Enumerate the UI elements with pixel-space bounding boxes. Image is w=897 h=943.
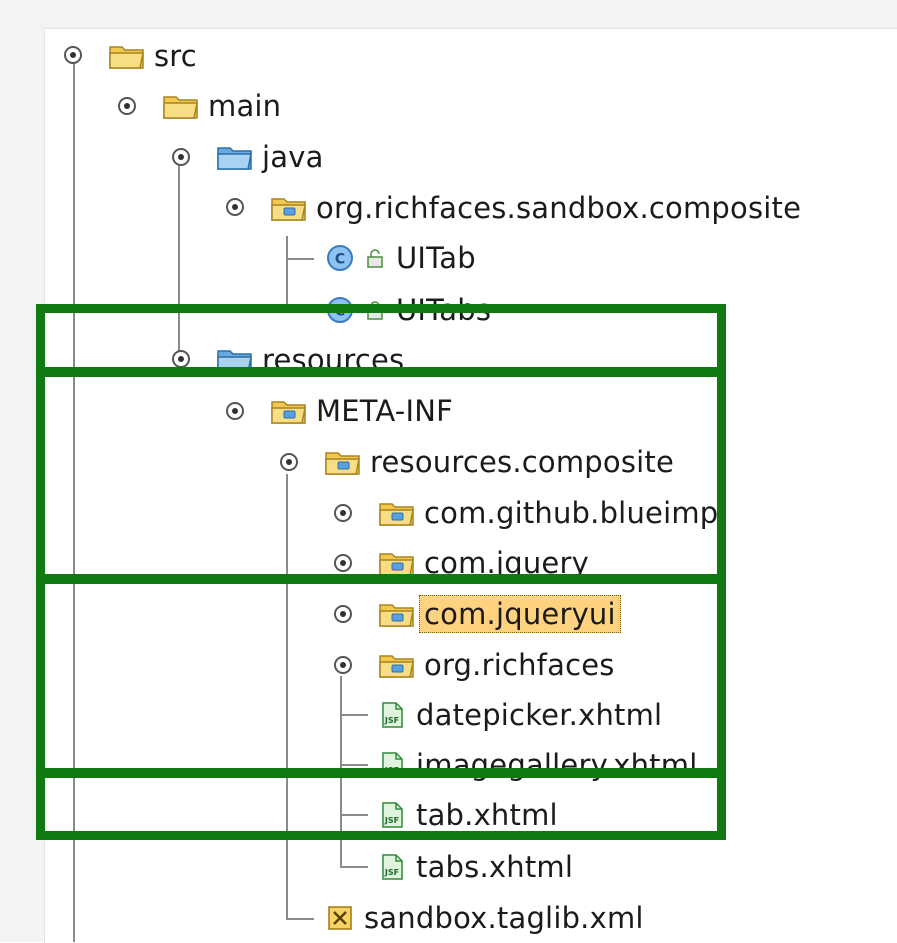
class-icon [326,244,354,272]
tree-node-datepicker[interactable]: datepicker.xhtml [378,693,662,737]
tree-node-label: org.richfaces.sandbox.composite [316,191,802,225]
tree-node-label: UITabs [396,293,492,327]
tree-node-imagegallery[interactable]: imagegallery.xhtml [378,743,697,787]
window-left-edge [0,0,44,942]
tree-guide-line [340,676,342,868]
tree-node-resources[interactable]: resources [216,338,404,382]
source-folder-icon [216,142,254,172]
tree-node-meta-inf[interactable]: META-INF [270,389,453,433]
expand-toggle-icon[interactable] [116,95,138,117]
package-icon [270,193,308,223]
xml-file-icon [326,904,354,932]
tree-guide-line [286,236,288,310]
tree-node-label: imagegallery.xhtml [416,748,698,782]
tree-node-resources-composite[interactable]: resources.composite [324,440,674,484]
jsf-file-icon [378,853,406,881]
tree-node-label: com.github.blueimp [424,496,719,530]
expand-toggle-icon[interactable] [62,44,84,66]
tree-node-label: com.jquery [424,546,589,580]
tree-node-src[interactable]: src [108,34,197,78]
expand-toggle-icon[interactable] [332,502,354,524]
tree-node-label: java [262,140,324,174]
expand-toggle-icon[interactable] [170,348,192,370]
package-icon [378,599,416,629]
jsf-file-icon [378,751,406,779]
lock-icon [364,247,386,269]
tree-node-uitab[interactable]: UITab [326,236,476,280]
tree-node-label-selected: com.jqueryui [419,595,621,633]
expand-toggle-icon[interactable] [332,552,354,574]
project-tree-canvas: src main java org.richfaces.sandbox.comp… [0,0,897,943]
tree-guide-line [286,258,314,260]
lock-icon [364,299,386,321]
tree-node-main[interactable]: main [162,84,281,128]
tree-node-label: org.richfaces [424,648,615,682]
tree-guide-line [286,474,288,920]
tree-node-label: tab.xhtml [416,798,558,832]
package-icon [270,396,308,426]
package-icon [378,548,416,578]
expand-toggle-icon[interactable] [224,400,246,422]
window-top-edge [0,0,897,28]
package-icon [378,650,416,680]
tree-node-tab[interactable]: tab.xhtml [378,793,558,837]
tree-node-label: datepicker.xhtml [416,698,663,732]
tree-node-java[interactable]: java [216,135,324,179]
jsf-file-icon [378,801,406,829]
expand-toggle-icon[interactable] [224,196,246,218]
package-icon [324,447,362,477]
tree-guide-line [340,714,368,716]
tree-guide-line [340,866,368,868]
expand-toggle-icon[interactable] [170,146,192,168]
tree-node-com-github-blueimp[interactable]: com.github.blueimp [378,491,718,535]
tree-guide-line [340,814,368,816]
tree-node-label: src [154,39,197,73]
tree-node-uitabs[interactable]: UITabs [326,288,491,332]
tree-node-label: resources.composite [370,445,675,479]
tree-node-org-richfaces[interactable]: org.richfaces [378,643,615,687]
tree-node-label: META-INF [316,394,453,428]
expand-toggle-icon[interactable] [278,451,300,473]
tree-node-taglib[interactable]: sandbox.taglib.xml [326,896,644,940]
class-icon [326,296,354,324]
tree-node-com-jqueryui[interactable]: com.jqueryui [378,592,621,636]
tree-guide-line [286,918,314,920]
folder-icon [162,91,200,121]
expand-toggle-icon[interactable] [332,603,354,625]
tree-node-com-jquery[interactable]: com.jquery [378,541,589,585]
expand-toggle-icon[interactable] [332,654,354,676]
tree-node-tabs[interactable]: tabs.xhtml [378,845,573,889]
tree-node-label: UITab [396,241,476,275]
tree-guide-line [73,58,75,942]
tree-node-label: main [208,89,282,123]
tree-node-label: resources [262,343,405,377]
tree-guide-line [340,764,368,766]
package-icon [378,498,416,528]
tree-node-label: sandbox.taglib.xml [364,901,644,935]
tree-node-label: tabs.xhtml [416,850,574,884]
jsf-file-icon [378,701,406,729]
tree-node-package-composite[interactable]: org.richfaces.sandbox.composite [270,186,801,230]
folder-icon [108,41,146,71]
source-folder-icon [216,345,254,375]
tree-guide-line [178,164,180,358]
